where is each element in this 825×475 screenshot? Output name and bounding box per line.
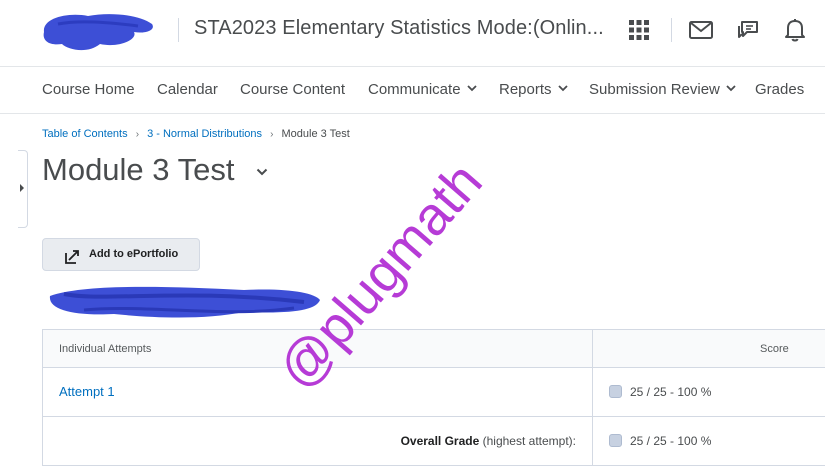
table-row: Attempt 1 25 / 25 - 100 %	[42, 368, 825, 417]
header-score-label: Score	[760, 343, 789, 355]
nav-course-home[interactable]: Course Home	[42, 81, 135, 98]
share-export-icon	[65, 250, 79, 264]
chevron-down-icon	[557, 85, 568, 92]
nav-grades[interactable]: Grades	[755, 81, 804, 98]
nav-communicate[interactable]: Communicate	[368, 81, 477, 98]
header-attempts-label: Individual Attempts	[59, 343, 152, 355]
breadcrumb-current: Module 3 Test	[281, 128, 350, 140]
header-divider	[178, 18, 179, 42]
top-header: STA2023 Elementary Statistics Mode:(Onli…	[0, 0, 825, 67]
add-to-eportfolio-button[interactable]: Add to ePortfolio	[42, 238, 200, 271]
course-title[interactable]: STA2023 Elementary Statistics Mode:(Onli…	[194, 17, 604, 40]
overall-score-cell: 25 / 25 - 100 %	[592, 417, 825, 465]
table-header-row: Individual Attempts Score	[42, 330, 825, 368]
bell-icon[interactable]	[782, 16, 808, 44]
overall-score: 25 / 25 - 100 %	[609, 434, 711, 448]
header-divider	[671, 18, 672, 42]
breadcrumb-table-of-contents[interactable]: Table of Contents	[42, 128, 128, 140]
add-to-eportfolio-label: Add to ePortfolio	[89, 248, 179, 260]
app-grid-icon[interactable]	[626, 16, 652, 44]
attempt-cell: Attempt 1	[42, 368, 592, 416]
overall-grade-label: Overall Grade (highest attempt):	[401, 434, 576, 448]
chevron-down-icon	[466, 85, 477, 92]
chat-icon[interactable]	[735, 16, 761, 44]
redacted-user-info	[49, 286, 320, 318]
nav-calendar[interactable]: Calendar	[157, 81, 218, 98]
course-navbar: Course Home Calendar Course Content Comm…	[0, 67, 825, 114]
attempt-1-link[interactable]: Attempt 1	[59, 384, 115, 399]
nav-reports[interactable]: Reports	[499, 81, 568, 98]
chevron-right-icon	[20, 184, 24, 192]
table-row: Overall Grade (highest attempt): 25 / 25…	[42, 417, 825, 466]
score-cell: 25 / 25 - 100 %	[592, 368, 825, 416]
mail-icon[interactable]	[688, 16, 714, 44]
nav-course-content[interactable]: Course Content	[240, 81, 345, 98]
header-cell-attempts: Individual Attempts	[42, 330, 592, 367]
breadcrumb-separator-icon: ›	[270, 129, 274, 140]
overall-grade-note: (highest attempt):	[482, 434, 576, 448]
overall-label-cell: Overall Grade (highest attempt):	[42, 417, 592, 465]
breadcrumb: Table of Contents › 3 - Normal Distribut…	[42, 128, 350, 140]
breadcrumb-normal-distributions[interactable]: 3 - Normal Distributions	[147, 128, 262, 140]
overall-grade-title: Overall Grade	[400, 434, 480, 448]
attempts-table: Individual Attempts Score Attempt 1 25 /…	[42, 329, 825, 466]
overall-score-value: 25 / 25 - 100 %	[630, 434, 712, 448]
attempt-score-value: 25 / 25 - 100 %	[630, 385, 712, 399]
sidebar-toggle[interactable]	[18, 150, 28, 228]
page-title: Module 3 Test	[42, 152, 235, 187]
chevron-down-icon	[726, 85, 736, 92]
header-cell-score: Score	[592, 330, 825, 367]
nav-submission-review[interactable]: Submission Review	[589, 81, 736, 98]
score-indicator-icon	[609, 434, 622, 447]
breadcrumb-separator-icon: ›	[135, 129, 140, 140]
title-menu-chevron-icon[interactable]	[256, 168, 268, 176]
redacted-logo[interactable]	[38, 10, 158, 54]
attempt-score: 25 / 25 - 100 %	[609, 385, 711, 399]
score-indicator-icon	[609, 385, 622, 398]
